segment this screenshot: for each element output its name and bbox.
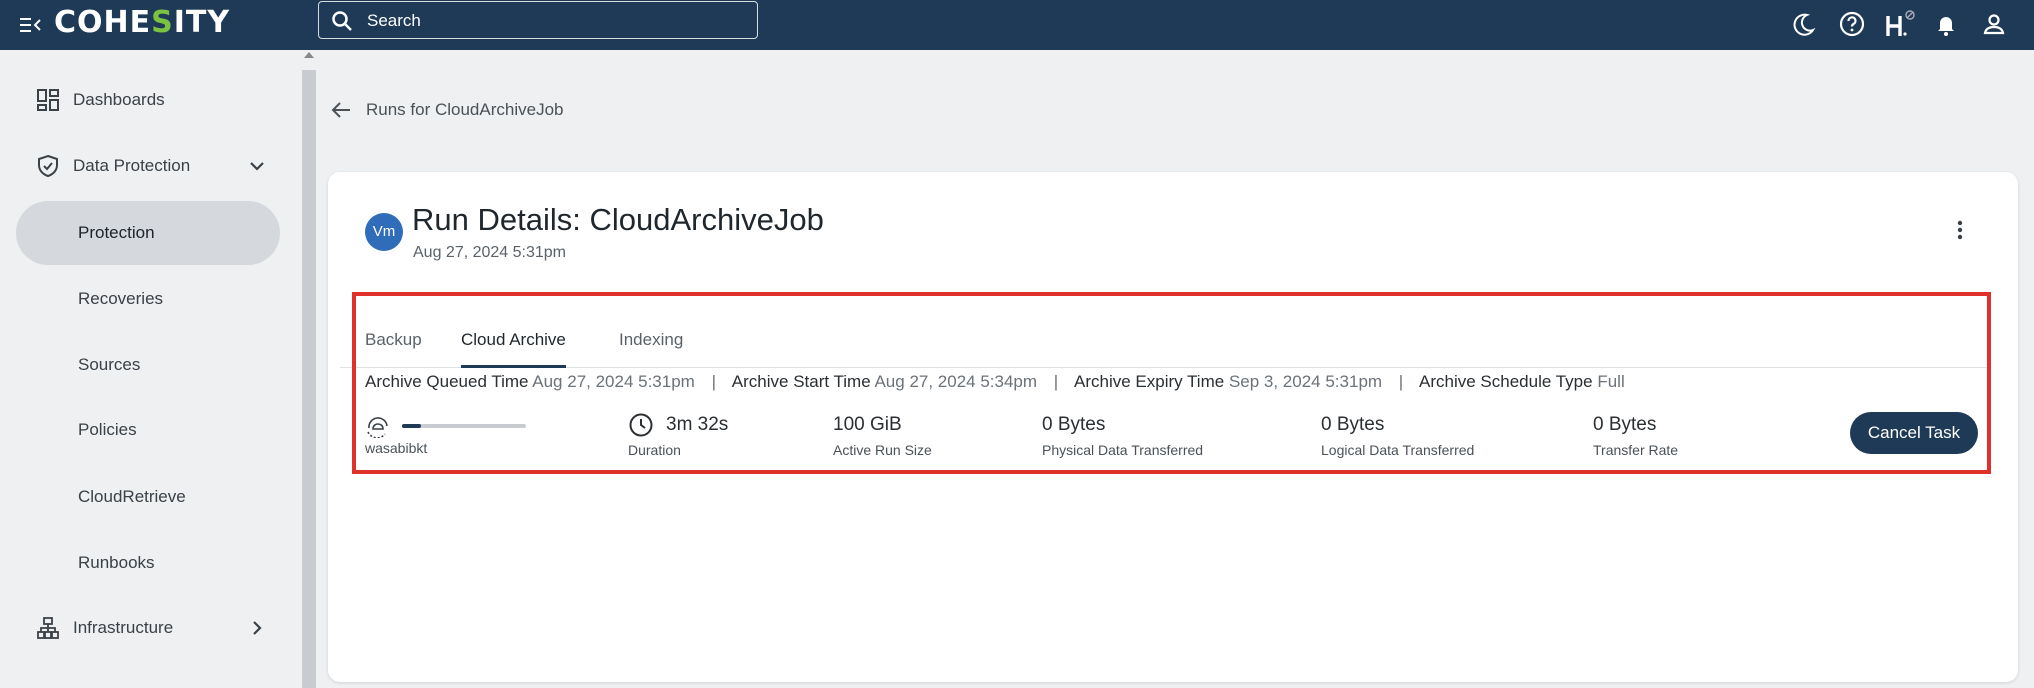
sidebar-item-label: CloudRetrieve [78, 487, 186, 506]
avatar: Vm [365, 213, 403, 251]
bell-icon[interactable] [1932, 10, 1960, 38]
search-bar[interactable] [318, 1, 758, 39]
sidebar-item-label: Sources [78, 355, 141, 374]
sidebar-item-recoveries[interactable]: Recoveries [16, 267, 280, 331]
chevron-right-icon[interactable] [247, 618, 267, 638]
sidebar-item-cloudretrieve[interactable]: CloudRetrieve [16, 465, 280, 529]
sidebar-item-label: Infrastructure [73, 618, 174, 637]
sidebar-scrollbar-thumb[interactable] [302, 70, 316, 688]
sidebar-item-label: Protection [78, 223, 155, 242]
sidebar-item-data-protection[interactable]: Data Protection [0, 146, 300, 186]
top-bar: COHESITY [0, 0, 2034, 50]
menu-collapse-icon[interactable] [18, 12, 44, 38]
sidebar-item-policies[interactable]: Policies [16, 398, 280, 462]
search-icon [332, 11, 352, 31]
help-icon[interactable] [1838, 10, 1866, 38]
user-icon[interactable] [1980, 10, 2008, 38]
sidebar-item-dashboards[interactable]: Dashboards [0, 80, 300, 120]
more-options-icon[interactable] [1948, 218, 1972, 242]
sidebar-item-infrastructure[interactable]: Infrastructure [0, 608, 300, 648]
moon-icon[interactable] [1790, 10, 1818, 38]
dashboard-icon [36, 88, 60, 112]
search-input[interactable] [367, 6, 747, 36]
sidebar-item-label: Data Protection [73, 156, 191, 175]
back-link-label: Runs for CloudArchiveJob [366, 100, 564, 119]
sidebar-item-runbooks[interactable]: Runbooks [16, 531, 280, 595]
sidebar-item-label: Dashboards [73, 90, 165, 109]
cohesity-logo[interactable]: COHESITY [54, 5, 230, 40]
sidebar-item-label: Runbooks [78, 553, 155, 572]
run-date: Aug 27, 2024 5:31pm [413, 244, 567, 261]
sidebar: Dashboards Data Protection Protection Re… [0, 50, 300, 688]
page-title: Run Details: CloudArchiveJob [412, 202, 824, 237]
highlight-box [352, 292, 1991, 474]
run-details-card: Vm Run Details: CloudArchiveJob Aug 27, … [328, 172, 2018, 682]
arrow-left-icon [331, 102, 350, 118]
sidebar-item-protection[interactable]: Protection [16, 201, 280, 265]
sidebar-item-label: Policies [78, 420, 137, 439]
scroll-up-arrow-icon[interactable] [304, 52, 314, 58]
infrastructure-icon [36, 616, 60, 640]
chevron-down-icon[interactable] [247, 156, 267, 176]
sidebar-item-label: Recoveries [78, 289, 164, 308]
shield-icon [36, 154, 60, 178]
sidebar-item-sources[interactable]: Sources [16, 333, 280, 397]
helios-icon[interactable] [1884, 10, 1915, 38]
